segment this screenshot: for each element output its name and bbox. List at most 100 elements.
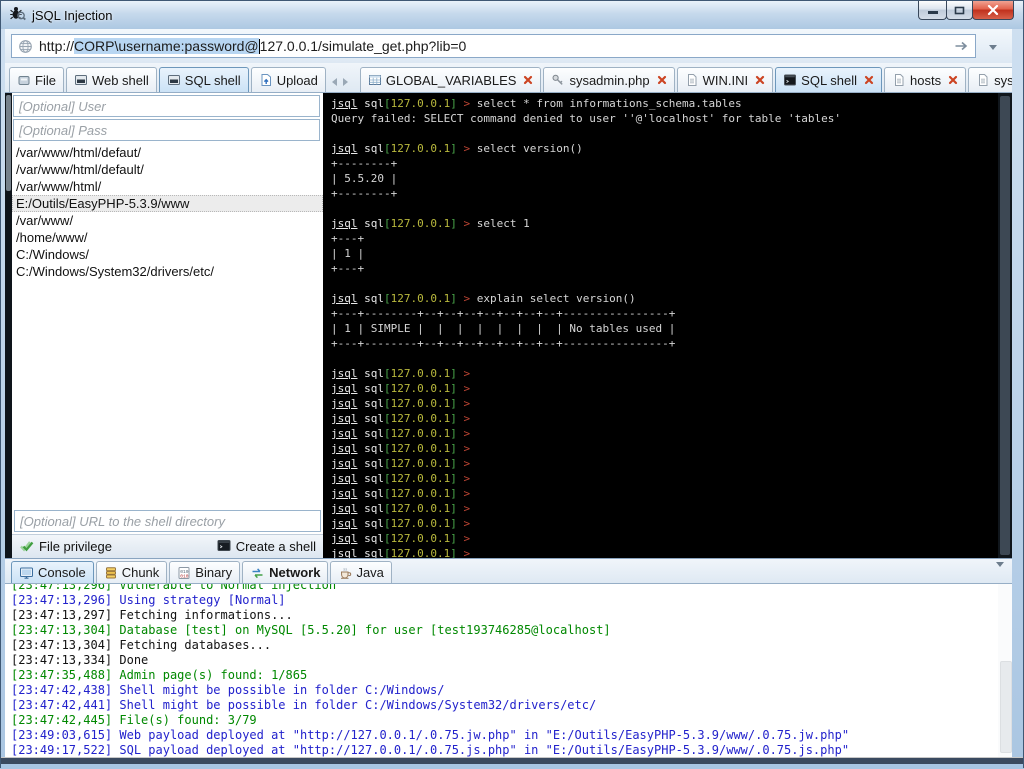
tab-web-shell[interactable]: Web shell <box>65 67 157 92</box>
go-button[interactable] <box>953 39 969 53</box>
console-log[interactable]: [23:47:13,296] Vulnerable to Normal inje… <box>5 584 998 757</box>
prompt-label: sql <box>364 517 384 530</box>
terminal-scrollbar[interactable] <box>998 93 1012 558</box>
prompt-user: jsql <box>331 217 358 230</box>
tab-file[interactable]: File <box>9 67 64 92</box>
sql-shell-terminal[interactable]: jsql sql[127.0.0.1] > select * from info… <box>323 93 998 558</box>
tab-hosts[interactable]: hosts <box>884 67 967 92</box>
prompt-user: jsql <box>331 442 358 455</box>
tab-console[interactable]: Console <box>11 561 94 583</box>
tab-chunk[interactable]: Chunk <box>95 561 168 583</box>
prompt-symbol: > <box>463 502 471 515</box>
tab-label: Web shell <box>91 72 149 88</box>
log-line: [23:49:17,522] SQL payload deployed at "… <box>11 743 850 757</box>
file-privilege-button[interactable]: File privilege <box>19 539 112 555</box>
prompt-bracket: ] <box>450 502 457 515</box>
close-tab-icon[interactable] <box>755 75 765 85</box>
tab-win-ini[interactable]: WIN.INI <box>676 67 774 92</box>
address-bar[interactable]: http://CORP\username:password@127.0.0.1/… <box>11 34 976 58</box>
console-tabs-dropdown-icon[interactable] <box>996 562 1004 585</box>
web-folder-item[interactable]: /var/www/html/default/ <box>12 161 323 178</box>
create-shell-button[interactable]: Create a shell <box>217 539 316 555</box>
tab-label: Java <box>356 565 384 580</box>
web-folder-item[interactable]: /var/www/html/defaut/ <box>12 144 323 161</box>
prompt-host: 127.0.0.1 <box>390 142 451 155</box>
web-folder-item[interactable]: /home/www/ <box>12 229 323 246</box>
maximize-button[interactable] <box>946 1 973 20</box>
terminal-prompt-line: jsql sql[127.0.0.1] > <box>331 411 998 426</box>
close-button[interactable] <box>972 1 1014 20</box>
minimize-button[interactable] <box>918 1 947 20</box>
prompt-label: sql <box>364 532 384 545</box>
tab-java[interactable]: Java <box>330 561 392 583</box>
log-line: [23:47:13,304] Database [test] on MySQL … <box>11 623 611 637</box>
titlebar[interactable]: jSQL Injection <box>1 1 1023 29</box>
prompt-host: 127.0.0.1 <box>390 217 451 230</box>
tab-scroll-left-icon[interactable] <box>331 78 337 86</box>
pass-field[interactable] <box>13 119 320 141</box>
check-icon <box>19 539 34 555</box>
web-folder-list: /var/www/html/defaut//var/www/html/defau… <box>12 144 323 280</box>
log-line: [23:47:13,334] Done <box>11 653 149 667</box>
tab-global-variables[interactable]: GLOBAL_VARIABLES <box>359 67 542 92</box>
web-folder-item[interactable]: C:/Windows/ <box>12 246 323 263</box>
document-icon <box>976 73 990 87</box>
prompt-symbol: > <box>463 397 471 410</box>
tab-sql-shell[interactable]: SQL shell <box>775 67 883 92</box>
key-icon <box>551 73 565 87</box>
tab-label: File <box>35 72 56 88</box>
prompt-bracket: ] <box>450 142 457 155</box>
prompt-bracket: ] <box>450 457 457 470</box>
prompt-bracket: ] <box>450 472 457 485</box>
globe-icon <box>18 39 33 54</box>
prompt-bracket: [ <box>384 217 391 230</box>
left-scrollbar-thumb[interactable] <box>6 95 11 191</box>
prompt-label: sql <box>364 97 384 110</box>
tab-sysadmin-php[interactable]: sysadmin.php <box>543 67 675 92</box>
web-folder-item[interactable]: C:/Windows/System32/drivers/etc/ <box>12 263 323 280</box>
address-dropdown-button[interactable] <box>984 39 1002 55</box>
tab-system-ini[interactable]: system.ini <box>968 67 1012 92</box>
bottom-tab-row: Console Chunk 010 010 Binary Network Java <box>5 559 1012 584</box>
close-tab-icon[interactable] <box>657 75 667 85</box>
terminal-scrollbar-thumb[interactable] <box>1000 96 1010 555</box>
prompt-host: 127.0.0.1 <box>390 382 451 395</box>
tab-upload[interactable]: Upload <box>250 67 326 92</box>
left-scrollbar[interactable] <box>5 93 12 558</box>
url-suffix: 127.0.0.1/simulate_get.php?lib=0 <box>259 38 467 54</box>
tab-label: sysadmin.php <box>569 72 650 88</box>
prompt-command: select * from informations_schema.tables <box>476 97 742 110</box>
prompt-label: sql <box>364 142 384 155</box>
terminal-prompt-line: jsql sql[127.0.0.1] > <box>331 396 998 411</box>
web-folder-item[interactable]: /var/www/ <box>12 212 323 229</box>
prompt-host: 127.0.0.1 <box>390 457 451 470</box>
url-input[interactable]: http://CORP\username:password@127.0.0.1/… <box>39 38 949 54</box>
log-line: [23:47:13,296] Vulnerable to Normal inje… <box>11 584 337 592</box>
terminal-output-line: +---+--------+--+--+--+--+--+--+--+-----… <box>331 307 676 320</box>
user-field[interactable] <box>13 95 320 117</box>
shell-url-field[interactable] <box>14 510 321 532</box>
console-scrollbar[interactable] <box>998 584 1012 757</box>
prompt-label: sql <box>364 397 384 410</box>
prompt-label: sql <box>364 217 384 230</box>
chunk-icon <box>104 566 118 580</box>
tab-scroll-right-icon[interactable] <box>342 78 348 86</box>
tab-sql-shell[interactable]: SQL shell <box>158 67 249 92</box>
web-folder-item[interactable]: /var/www/html/ <box>12 178 323 195</box>
url-selected-text: CORP\username:password@ <box>74 38 259 54</box>
tab-binary[interactable]: 010 010 Binary <box>169 561 241 583</box>
terminal-prompt-line: jsql sql[127.0.0.1] > select * from info… <box>331 96 998 111</box>
prompt-host: 127.0.0.1 <box>390 517 451 530</box>
web-folder-item[interactable]: E:/Outils/EasyPHP-5.3.9/www <box>12 195 323 212</box>
prompt-user: jsql <box>331 547 358 558</box>
close-tab-icon[interactable] <box>948 75 958 85</box>
terminal-prompt-line: jsql sql[127.0.0.1] > <box>331 426 998 441</box>
console-scrollbar-thumb[interactable] <box>1000 661 1012 753</box>
prompt-bracket: [ <box>384 427 391 440</box>
prompt-bracket: ] <box>450 427 457 440</box>
close-tab-icon[interactable] <box>864 75 874 85</box>
prompt-symbol: > <box>463 292 471 305</box>
prompt-user: jsql <box>331 427 358 440</box>
tab-network[interactable]: Network <box>242 561 329 583</box>
close-tab-icon[interactable] <box>523 75 533 85</box>
